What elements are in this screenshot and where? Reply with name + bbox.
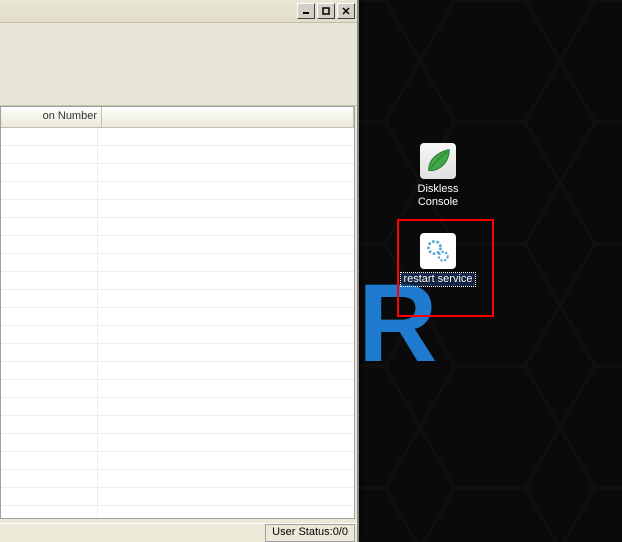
app-window: on Number User Status:0/0	[0, 0, 359, 542]
table-row[interactable]	[1, 434, 354, 452]
table-row[interactable]	[1, 146, 354, 164]
list-view[interactable]: on Number	[0, 106, 355, 519]
table-row[interactable]	[1, 362, 354, 380]
leaf-icon	[420, 143, 456, 179]
table-row[interactable]	[1, 272, 354, 290]
table-row[interactable]	[1, 308, 354, 326]
titlebar	[0, 0, 357, 23]
table-row[interactable]	[1, 182, 354, 200]
table-row[interactable]	[1, 254, 354, 272]
table-row[interactable]	[1, 218, 354, 236]
close-button[interactable]	[337, 3, 355, 19]
table-row[interactable]	[1, 380, 354, 398]
minimize-button[interactable]	[297, 3, 315, 19]
table-row[interactable]	[1, 326, 354, 344]
list-header: on Number	[1, 107, 354, 128]
table-row[interactable]	[1, 344, 354, 362]
statusbar: User Status:0/0	[0, 523, 357, 542]
desktop-icon-label: Diskless Console	[418, 183, 459, 209]
maximize-button[interactable]	[317, 3, 335, 19]
table-row[interactable]	[1, 290, 354, 308]
table-row[interactable]	[1, 200, 354, 218]
table-row[interactable]	[1, 398, 354, 416]
toolbar-area	[0, 23, 357, 106]
table-row[interactable]	[1, 164, 354, 182]
table-row[interactable]	[1, 506, 354, 518]
gear-icon	[420, 233, 456, 269]
table-row[interactable]	[1, 416, 354, 434]
desktop-icon-restart-service[interactable]: restart service	[398, 233, 478, 286]
column-header-2[interactable]	[102, 107, 354, 127]
status-user-count: User Status:0/0	[265, 524, 355, 542]
table-row[interactable]	[1, 236, 354, 254]
desktop-icon-diskless-console[interactable]: Diskless Console	[398, 143, 478, 209]
table-row[interactable]	[1, 470, 354, 488]
table-row[interactable]	[1, 452, 354, 470]
table-row[interactable]	[1, 128, 354, 146]
desktop-icon-label: restart service	[401, 273, 474, 286]
list-body[interactable]	[1, 128, 354, 518]
table-row[interactable]	[1, 488, 354, 506]
column-header-number[interactable]: on Number	[1, 107, 102, 127]
